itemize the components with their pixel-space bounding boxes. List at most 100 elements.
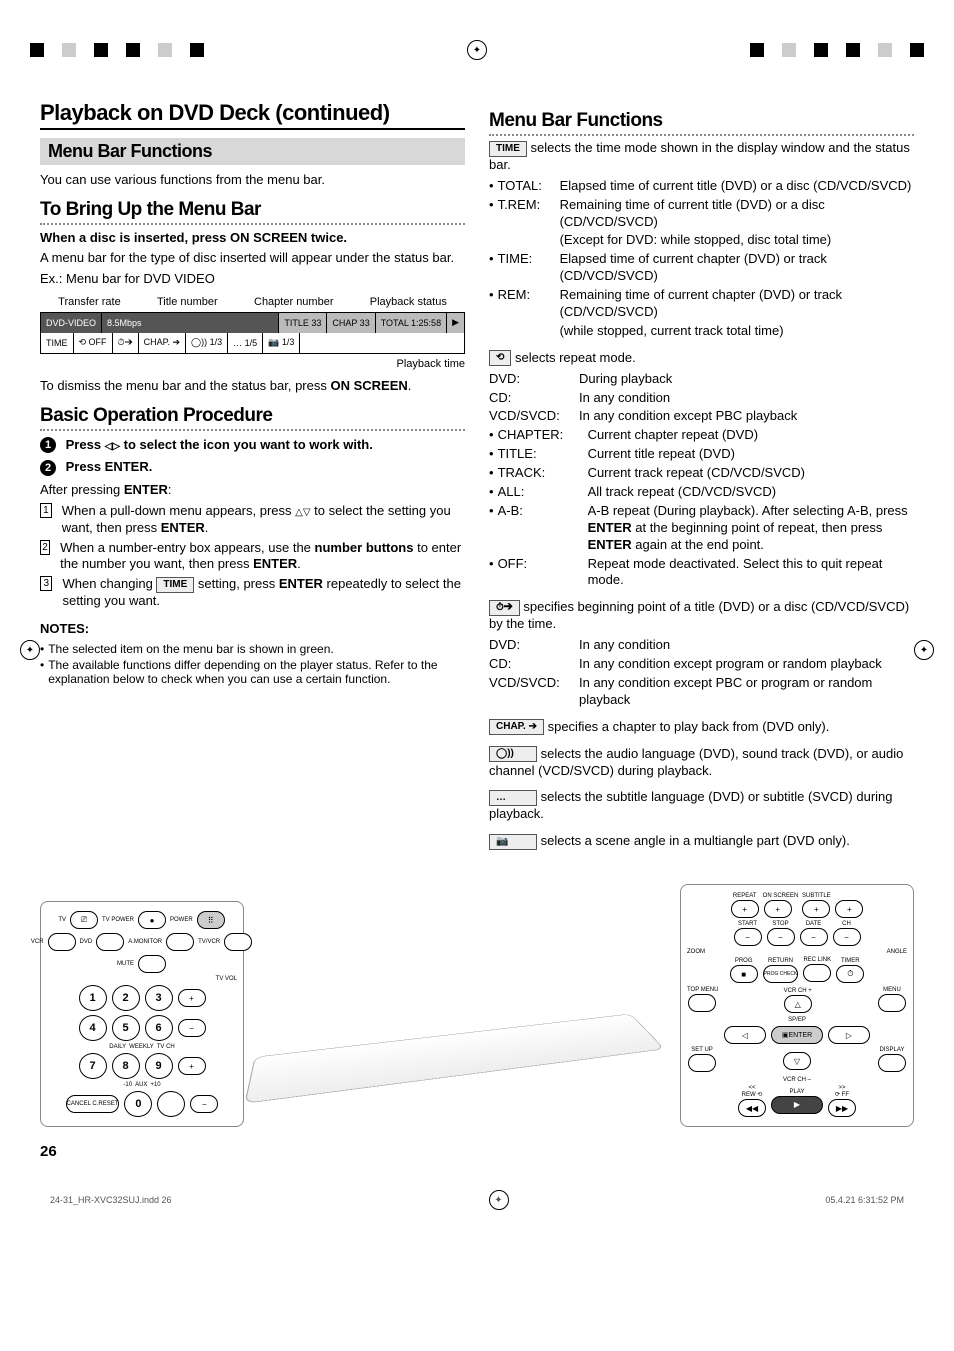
note-2: •The available functions differ dependin… <box>40 658 465 686</box>
ch-down-button[interactable]: − <box>190 1095 218 1113</box>
remote-3d-illustration <box>250 947 674 1127</box>
extra-plus-button[interactable]: + <box>835 900 863 918</box>
reclink-button[interactable] <box>803 964 831 982</box>
osd-total: TOTAL 1:25:58 <box>376 313 447 333</box>
num-2-button[interactable]: 2 <box>112 985 140 1011</box>
stop-minus-button[interactable]: − <box>767 928 795 946</box>
bringup-example-label: Ex.: Menu bar for DVD VIDEO <box>40 271 465 288</box>
vol-down-button[interactable]: − <box>178 1019 206 1037</box>
ch-minus-button[interactable]: − <box>833 928 861 946</box>
step-1: 1 Press ◁▷ to select the icon you want t… <box>40 437 465 454</box>
vol-up-button[interactable]: + <box>178 989 206 1007</box>
osd-spacer <box>300 333 464 353</box>
time-icon: TIME <box>489 141 527 157</box>
angle-intro: 📷 selects a scene angle in a multiangle … <box>489 833 914 850</box>
section-basic-operation: Basic Operation Procedure <box>40 405 465 431</box>
left-column: Playback on DVD Deck (continued) Menu Ba… <box>40 100 465 854</box>
menu-button[interactable] <box>878 994 906 1012</box>
setup-button[interactable] <box>688 1054 716 1072</box>
rew-button[interactable]: ◀◀ <box>738 1099 766 1117</box>
mute-button[interactable] <box>138 955 166 973</box>
remote-right-panel: REPEAT+ ON SCREEN+ SUBTITLE+ + START− ST… <box>680 884 914 1127</box>
page-title: Playback on DVD Deck (continued) <box>40 100 465 130</box>
subtitle-button[interactable]: + <box>802 900 830 918</box>
timer-button[interactable]: ⏱ <box>836 965 864 983</box>
fig-transfer-label: Transfer rate <box>58 296 121 308</box>
registration-mark-right <box>914 640 934 660</box>
num-7-button[interactable]: 7 <box>79 1053 107 1079</box>
menu-bar-figure: Transfer rate Title number Chapter numbe… <box>40 296 465 370</box>
num-0-button[interactable]: 0 <box>124 1091 152 1117</box>
right-column: Menu Bar Functions TIME selects the time… <box>489 100 914 854</box>
prog-button[interactable]: ■ <box>730 965 758 983</box>
bringup-desc: A menu bar for the type of disc inserted… <box>40 250 465 267</box>
vcr-button[interactable] <box>48 933 76 951</box>
footer-timestamp: 05.4.21 6:31:52 PM <box>825 1195 904 1205</box>
repeat-intro: ⟲ selects repeat mode. <box>489 350 914 367</box>
left-button[interactable]: ◁ <box>724 1026 766 1044</box>
remote-diagram: TV ⎚ TV POWER ● POWER ⠿ VCR DVD A.MONITO… <box>40 884 914 1127</box>
topmenu-button[interactable] <box>688 994 716 1012</box>
power-button[interactable]: ⠿ <box>197 911 225 929</box>
repeat-icon: ⟲ <box>489 350 511 366</box>
ff-button[interactable]: ▶▶ <box>828 1099 856 1117</box>
step-2: 2 Press ENTER. <box>40 459 465 476</box>
onscreen-button[interactable]: + <box>764 900 792 918</box>
start-minus-button[interactable]: − <box>734 928 762 946</box>
section-menu-bar-functions-detail: Menu Bar Functions <box>489 110 914 136</box>
osd-subtitle: … 1/5 <box>228 333 263 353</box>
display-button[interactable] <box>878 1054 906 1072</box>
down-button[interactable]: ▽ <box>783 1052 811 1070</box>
tv-select-button[interactable]: ⎚ <box>70 911 98 929</box>
amonitor-button[interactable] <box>166 933 194 951</box>
num-6-button[interactable]: 6 <box>145 1015 173 1041</box>
after-enter: After pressing ENTER: <box>40 482 465 499</box>
timesearch-intro: ⏱➔ specifies beginning point of a title … <box>489 599 914 633</box>
return-button[interactable]: PROG CHECK <box>763 965 799 983</box>
num-5-button[interactable]: 5 <box>112 1015 140 1041</box>
right-button[interactable]: ▷ <box>828 1026 870 1044</box>
bringup-instruction: When a disc is inserted, press ON SCREEN… <box>40 229 465 247</box>
repeat-mode-list: •CHAPTER:Current chapter repeat (DVD) •T… <box>489 427 914 589</box>
repeat-button[interactable]: + <box>731 900 759 918</box>
footer-meta: 24-31_HR-XVC32SUJ.indd 26 05.4.21 6:31:5… <box>40 1190 914 1210</box>
play-button[interactable]: ▶ <box>771 1096 823 1114</box>
osd-timesearch: ⏱➔ <box>113 333 139 353</box>
substep-2: 2 When a number-entry box appears, use t… <box>40 540 465 574</box>
num-9-button[interactable]: 9 <box>145 1053 173 1079</box>
chap-icon: CHAP. ➔ <box>489 719 544 735</box>
subtitle-icon: … <box>489 790 537 806</box>
timesearch-icon: ⏱➔ <box>489 600 520 616</box>
repeat-disc-list: DVD:During playback CD:In any condition … <box>489 371 914 426</box>
substep-3: 3 When changing TIME setting, press ENTE… <box>40 576 465 610</box>
osd-chapsearch: CHAP. ➔ <box>139 333 186 353</box>
up-button[interactable]: △ <box>784 995 812 1013</box>
ch-up-button[interactable]: + <box>178 1057 206 1075</box>
time-icon: TIME <box>156 577 194 593</box>
num-1-button[interactable]: 1 <box>79 985 107 1011</box>
time-mode-list: •TOTAL:Elapsed time of current title (DV… <box>489 178 914 340</box>
tv-power-button[interactable]: ● <box>138 911 166 929</box>
num-3-button[interactable]: 3 <box>145 985 173 1011</box>
dvd-button[interactable] <box>96 933 124 951</box>
osd-time: TIME <box>41 333 74 353</box>
notes-heading: NOTES: <box>40 620 465 638</box>
time-mode-intro: TIME selects the time mode shown in the … <box>489 140 914 174</box>
page-number: 26 <box>40 1143 914 1160</box>
osd-play-icon: ▶ <box>447 313 464 333</box>
angle-icon: 📷 <box>489 834 537 850</box>
substep-1-num: 1 <box>40 503 52 518</box>
plus10-button[interactable] <box>157 1091 185 1117</box>
section-bring-up: To Bring Up the Menu Bar <box>40 199 465 225</box>
enter-button[interactable]: ▣ ENTER <box>771 1026 823 1044</box>
osd-chap: CHAP 33 <box>327 313 375 333</box>
substep-2-num: 2 <box>40 540 50 555</box>
num-4-button[interactable]: 4 <box>79 1015 107 1041</box>
timesearch-list: DVD:In any condition CD:In any condition… <box>489 637 914 709</box>
fig-title-label: Title number <box>157 296 218 308</box>
tvvcr-button[interactable] <box>224 933 252 951</box>
date-minus-button[interactable]: − <box>800 928 828 946</box>
num-8-button[interactable]: 8 <box>112 1053 140 1079</box>
cancel-button[interactable]: CANCEL C.RESET <box>66 1095 120 1113</box>
osd-title: TITLE 33 <box>279 313 327 333</box>
